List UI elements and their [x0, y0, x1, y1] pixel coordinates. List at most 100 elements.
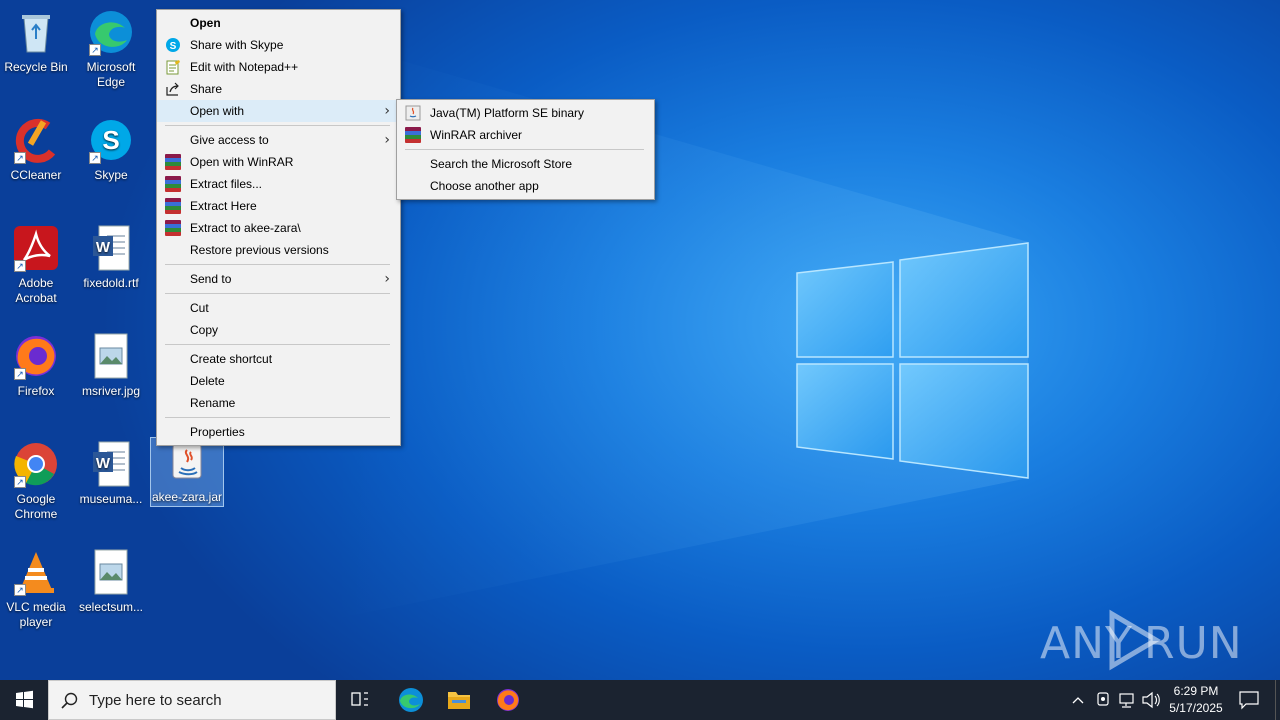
device-icon	[1097, 692, 1109, 706]
search-icon	[61, 692, 79, 710]
menu-item-properties[interactable]: Properties	[157, 421, 400, 443]
menu-item-label: Java(TM) Platform SE binary	[430, 106, 585, 120]
share-icon	[165, 81, 181, 97]
desktop-icon-adobe-acrobat[interactable]: ↗ Adobe Acrobat	[0, 224, 72, 306]
desktop-icon-fixedold[interactable]: W fixedold.rtf	[75, 224, 147, 291]
skype-icon: S ↗	[87, 116, 135, 164]
desktop-icon-microsoft-edge[interactable]: ↗ Microsoft Edge	[75, 8, 147, 90]
winrar-icon	[165, 154, 181, 170]
submenu-item-winrar[interactable]: WinRAR archiver	[397, 124, 654, 146]
menu-item-label: Rename	[190, 396, 236, 410]
menu-item-label: Create shortcut	[190, 352, 273, 366]
tray-clock[interactable]: 6:29 PM 5/17/2025	[1166, 683, 1226, 717]
menu-separator	[165, 125, 390, 126]
menu-item-label: Restore previous versions	[190, 243, 329, 257]
menu-item-rename[interactable]: Rename	[157, 392, 400, 414]
firefox-icon: ↗	[12, 332, 60, 380]
show-hidden-icons-button[interactable]	[1068, 680, 1088, 720]
task-view-button[interactable]	[340, 680, 380, 720]
menu-item-create-shortcut[interactable]: Create shortcut	[157, 348, 400, 370]
anyrun-watermark: ANY RUN	[1040, 608, 1242, 672]
winrar-icon	[165, 176, 181, 192]
volume-icon	[1142, 691, 1160, 709]
menu-item-restore-previous-versions[interactable]: Restore previous versions	[157, 239, 400, 261]
menu-item-give-access-to[interactable]: Give access to ›	[157, 129, 400, 151]
shortcut-arrow-icon: ↗	[89, 44, 101, 56]
svg-text:W: W	[96, 239, 111, 256]
desktop-icon-label: Google Chrome	[14, 492, 58, 521]
menu-item-extract-here[interactable]: Extract Here	[157, 195, 400, 217]
desktop-icon-ccleaner[interactable]: ↗ CCleaner	[0, 116, 72, 183]
submenu-item-java[interactable]: Java(TM) Platform SE binary	[397, 102, 654, 124]
image-file-icon	[87, 548, 135, 596]
tray-device-button[interactable]	[1092, 680, 1114, 720]
action-center-button[interactable]	[1232, 680, 1266, 720]
desktop-icon-label: akee-zara.jar	[151, 490, 223, 504]
menu-item-open-with-winrar[interactable]: Open with WinRAR	[157, 151, 400, 173]
svg-text:RUN: RUN	[1144, 618, 1240, 669]
menu-item-send-to[interactable]: Send to ›	[157, 268, 400, 290]
menu-item-delete[interactable]: Delete	[157, 370, 400, 392]
shortcut-arrow-icon: ↗	[14, 260, 26, 272]
menu-item-label: Edit with Notepad++	[190, 60, 299, 74]
submenu-item-choose-another-app[interactable]: Choose another app	[397, 175, 654, 197]
windows-logo-icon	[16, 690, 33, 709]
menu-item-label: Open with WinRAR	[190, 155, 294, 169]
desktop-icon-akee-zara-jar[interactable]: akee-zara.jar	[150, 437, 224, 507]
menu-item-label: Properties	[190, 425, 245, 439]
menu-item-label: Cut	[190, 301, 209, 315]
menu-item-label: Open	[190, 16, 221, 30]
network-icon	[1119, 693, 1134, 708]
menu-item-label: Extract to akee-zara\	[190, 221, 301, 235]
desktop-icon-firefox[interactable]: ↗ Firefox	[0, 332, 72, 399]
menu-separator	[165, 344, 390, 345]
desktop-icon-vlc[interactable]: ↗ VLC media player	[0, 548, 72, 630]
tray-network-button[interactable]	[1116, 680, 1138, 720]
desktop-icon-selectsum[interactable]: selectsum...	[75, 548, 147, 615]
anyrun-logo-icon: ANY RUN	[1040, 609, 1242, 671]
menu-separator	[405, 149, 644, 150]
acrobat-icon: ↗	[12, 224, 60, 272]
menu-item-extract-files[interactable]: Extract files...	[157, 173, 400, 195]
taskbar-file-explorer-button[interactable]	[438, 680, 480, 720]
show-desktop-button[interactable]	[1275, 680, 1280, 720]
shortcut-arrow-icon: ↗	[14, 152, 26, 164]
taskbar-search-box[interactable]: Type here to search	[48, 680, 336, 720]
desktop-icon-label: Recycle Bin	[4, 60, 68, 74]
image-file-icon	[87, 332, 135, 380]
tray-volume-button[interactable]	[1140, 680, 1162, 720]
notepad-plus-plus-icon	[165, 59, 181, 75]
menu-item-label: Search the Microsoft Store	[430, 157, 573, 171]
menu-item-extract-to[interactable]: Extract to akee-zara\	[157, 217, 400, 239]
desktop-icon-google-chrome[interactable]: ↗ Google Chrome	[0, 440, 72, 522]
menu-item-edit-with-notepad[interactable]: Edit with Notepad++	[157, 56, 400, 78]
firefox-icon	[497, 689, 519, 711]
open-with-submenu: Java(TM) Platform SE binary WinRAR archi…	[396, 99, 655, 200]
search-placeholder: Type here to search	[89, 692, 222, 709]
desktop-icon-label: Skype	[94, 168, 128, 182]
notification-icon	[1239, 691, 1259, 710]
start-button[interactable]	[0, 680, 48, 720]
menu-item-share-with-skype[interactable]: S Share with Skype	[157, 34, 400, 56]
desktop-icon-label: msriver.jpg	[81, 384, 140, 398]
recycle-bin-icon	[12, 8, 60, 56]
desktop-icon-msriver[interactable]: msriver.jpg	[75, 332, 147, 399]
svg-text:S: S	[102, 125, 119, 155]
submenu-item-search-store[interactable]: Search the Microsoft Store	[397, 153, 654, 175]
taskbar-firefox-button[interactable]	[487, 680, 529, 720]
menu-item-open-with[interactable]: Open with ›	[157, 100, 400, 122]
svg-text:S: S	[170, 41, 177, 52]
menu-separator	[165, 417, 390, 418]
menu-item-copy[interactable]: Copy	[157, 319, 400, 341]
chevron-right-icon: ›	[384, 103, 390, 119]
desktop-icon-skype[interactable]: S ↗ Skype	[75, 116, 147, 183]
menu-item-cut[interactable]: Cut	[157, 297, 400, 319]
menu-item-open[interactable]: Open	[157, 12, 400, 34]
winrar-icon	[165, 198, 181, 214]
menu-item-share[interactable]: Share	[157, 78, 400, 100]
taskbar-edge-button[interactable]	[390, 680, 432, 720]
skype-icon: S	[165, 37, 181, 53]
winrar-icon	[405, 127, 421, 143]
desktop-icon-recycle-bin[interactable]: Recycle Bin	[0, 8, 72, 75]
desktop-icon-museuma[interactable]: W museuma...	[75, 440, 147, 507]
